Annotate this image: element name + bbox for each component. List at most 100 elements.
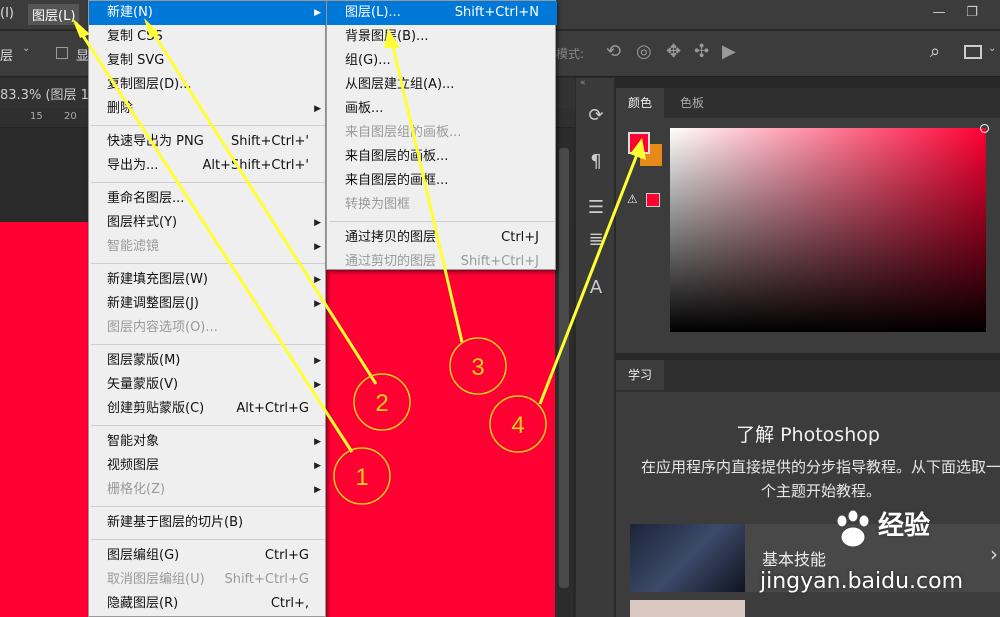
layer-menu-item-label: 隐藏图层(R) [107, 596, 179, 611]
3d-rotate-icon[interactable]: ⟲ [606, 41, 621, 62]
layer-menu-item-label: 矢量蒙版(V) [107, 377, 179, 392]
chevron-down-icon[interactable]: ⌄ [988, 43, 996, 54]
layer-menu-item[interactable]: 删除 ▶ [89, 97, 327, 121]
submenu-arrow-icon: ▶ [314, 356, 321, 366]
submenu-arrow-icon: ▶ [314, 380, 321, 390]
layer-menu-item[interactable]: 复制 SVG [89, 49, 327, 73]
layer-menu-item[interactable]: 栅格化(Z) ▶ [89, 478, 327, 502]
menu-separator [91, 344, 325, 345]
layer-menu-item[interactable]: 新建基于图层的切片(B) [89, 511, 327, 535]
layer-menu-item[interactable]: 快速导出为 PNG Shift+Ctrl+' [89, 130, 327, 154]
document-tab[interactable]: 83.3% (图层 1, [0, 84, 93, 103]
workspace-icon[interactable] [964, 45, 982, 59]
color-picker-field[interactable] [670, 128, 986, 332]
layer-menu-item[interactable]: 视频图层 ▶ [89, 454, 327, 478]
canvas-fill[interactable] [320, 270, 555, 617]
scroll-thumb[interactable] [559, 148, 569, 588]
list-icon[interactable]: ≣ [584, 228, 608, 252]
new-submenu-item[interactable]: 通过剪切的图层 Shift+Ctrl+J [327, 250, 557, 274]
paragraph-icon[interactable]: ¶ [584, 150, 608, 174]
new-submenu-item-label: 转换为图框 [345, 197, 411, 212]
layer-select[interactable]: 层 [0, 45, 13, 64]
layer-menu-item[interactable]: 新建(N) ▶ [89, 1, 327, 25]
layer-menu-item-label: 创建剪贴蒙版(C) [107, 401, 205, 416]
layer-menu-item-label: 复制图层(D)... [107, 77, 192, 92]
layer-menu-item[interactable]: 智能对象 ▶ [89, 430, 327, 454]
new-submenu-item[interactable]: 背景图层(B)... [327, 25, 557, 49]
video-camera-icon[interactable]: ▶ [722, 41, 736, 62]
layer-menu-item[interactable]: 矢量蒙版(V) ▶ [89, 373, 327, 397]
new-submenu-item[interactable]: 图层(L)... Shift+Ctrl+N [327, 1, 557, 25]
3d-roll-icon[interactable]: ◎ [636, 41, 652, 62]
layer-menu-item-shortcut: Shift+Ctrl+' [230, 134, 309, 149]
new-submenu-item[interactable]: 画板... [327, 97, 557, 121]
new-submenu-item-shortcut: Shift+Ctrl+J [460, 254, 539, 269]
new-submenu-item-label: 组(G)... [345, 53, 391, 68]
layer-menu-item-shortcut: Alt+Shift+Ctrl+' [202, 158, 309, 173]
character-icon[interactable]: A [584, 276, 608, 300]
submenu-arrow-icon: ▶ [314, 461, 321, 471]
color-panel: 颜色 色板 ⚠ [616, 88, 1000, 353]
layer-menu-item[interactable]: 导出为... Alt+Shift+Ctrl+' [89, 154, 327, 178]
menu-separator [91, 425, 325, 426]
new-submenu-item[interactable]: 来自图层的画板... [327, 145, 557, 169]
tab-learn[interactable]: 学习 [616, 360, 665, 390]
restore-icon[interactable]: ❐ [958, 2, 986, 24]
menu-layer[interactable]: 图层(L) [28, 4, 80, 25]
layer-menu-item[interactable]: 图层蒙版(M) ▶ [89, 349, 327, 373]
3d-slide-icon[interactable]: ✣ [694, 41, 709, 62]
layer-menu-item-label: 智能对象 [107, 434, 160, 449]
layer-menu-item[interactable]: 图层内容选项(O)... [89, 316, 327, 340]
layer-menu-item-label: 图层编组(G) [107, 548, 180, 563]
layer-menu-item[interactable]: 复制 CSS [89, 25, 327, 49]
layer-menu-item-label: 新建基于图层的切片(B) [107, 515, 244, 530]
minimize-icon[interactable]: — [925, 2, 953, 24]
layer-menu-item-shortcut: Ctrl+G [264, 548, 309, 563]
layer-menu-item[interactable]: 图层编组(G) Ctrl+G [89, 544, 327, 568]
panel-tool-strip: « ⟳ ¶ ☰ ≣ A [575, 78, 615, 617]
learn-description: 在应用程序内直接提供的分步指导教程。从下面选取一个主题开始教程。 [640, 458, 1000, 500]
layer-menu-item-label: 复制 SVG [107, 53, 165, 68]
new-submenu-item[interactable]: 来自图层组的画板... [327, 121, 557, 145]
history-icon[interactable]: ⟳ [584, 104, 608, 128]
layer-menu-item[interactable]: 取消图层编组(U) Shift+Ctrl+G [89, 568, 327, 592]
layer-menu-dropdown: 新建(N) ▶ 复制 CSS 复制 SVG 复制图层(D)... 删除 ▶ 快速导出为 PNG… [88, 0, 327, 617]
layer-menu-item-shortcut: Alt+Ctrl+G [236, 401, 309, 416]
tutorial-card-thumbnail[interactable] [630, 600, 745, 617]
tab-color[interactable]: 颜色 [616, 88, 665, 118]
foreground-color-swatch[interactable] [628, 132, 650, 154]
menu-separator [91, 539, 325, 540]
adjustments-icon[interactable]: ☰ [584, 196, 608, 220]
layer-menu-item[interactable]: 复制图层(D)... [89, 73, 327, 97]
layer-menu-item[interactable]: 智能滤镜 ▶ [89, 235, 327, 259]
new-submenu-item[interactable]: 转换为图框 [327, 193, 557, 217]
menu-prev[interactable]: (I) [0, 6, 14, 21]
search-icon[interactable]: ⌕ [930, 41, 940, 62]
layer-menu-item-label: 栅格化(Z) [107, 482, 166, 497]
watermark-brand: 经验 [878, 511, 931, 541]
new-submenu-item[interactable]: 来自图层的画框... [327, 169, 557, 193]
layer-menu-item-label: 取消图层编组(U) [107, 572, 205, 587]
new-submenu-item[interactable]: 从图层建立组(A)... [327, 73, 557, 97]
vertical-scrollbar[interactable] [555, 128, 573, 617]
auto-select-checkbox[interactable] [56, 47, 68, 59]
layer-menu-item-label: 视频图层 [107, 458, 160, 473]
tab-swatches[interactable]: 色板 [668, 88, 716, 118]
collapse-icon[interactable]: « [580, 78, 586, 88]
new-submenu-item[interactable]: 通过拷贝的图层 Ctrl+J [327, 226, 557, 250]
3d-pan-icon[interactable]: ✥ [666, 41, 681, 62]
layer-menu-item[interactable]: 新建填充图层(W) ▶ [89, 268, 327, 292]
layer-menu-item-label: 图层内容选项(O)... [107, 320, 218, 335]
layer-menu-item[interactable]: 隐藏图层(R) Ctrl+, [89, 592, 327, 616]
picker-cursor[interactable] [980, 124, 989, 133]
ruler-tick: 15 [30, 111, 43, 122]
layer-menu-item[interactable]: 创建剪贴蒙版(C) Alt+Ctrl+G [89, 397, 327, 421]
new-submenu-item-label: 通过拷贝的图层 [345, 230, 437, 245]
gamut-warning-swatch[interactable] [646, 193, 660, 207]
chevron-down-icon[interactable]: ⌄ [22, 43, 30, 54]
layer-menu-item[interactable]: 新建调整图层(J) ▶ [89, 292, 327, 316]
new-submenu-item[interactable]: 组(G)... [327, 49, 557, 73]
layer-menu-item[interactable]: 重命名图层... [89, 187, 327, 211]
layer-menu-item[interactable]: 图层样式(Y) ▶ [89, 211, 327, 235]
3d-mode-label: 模式: [556, 47, 585, 61]
